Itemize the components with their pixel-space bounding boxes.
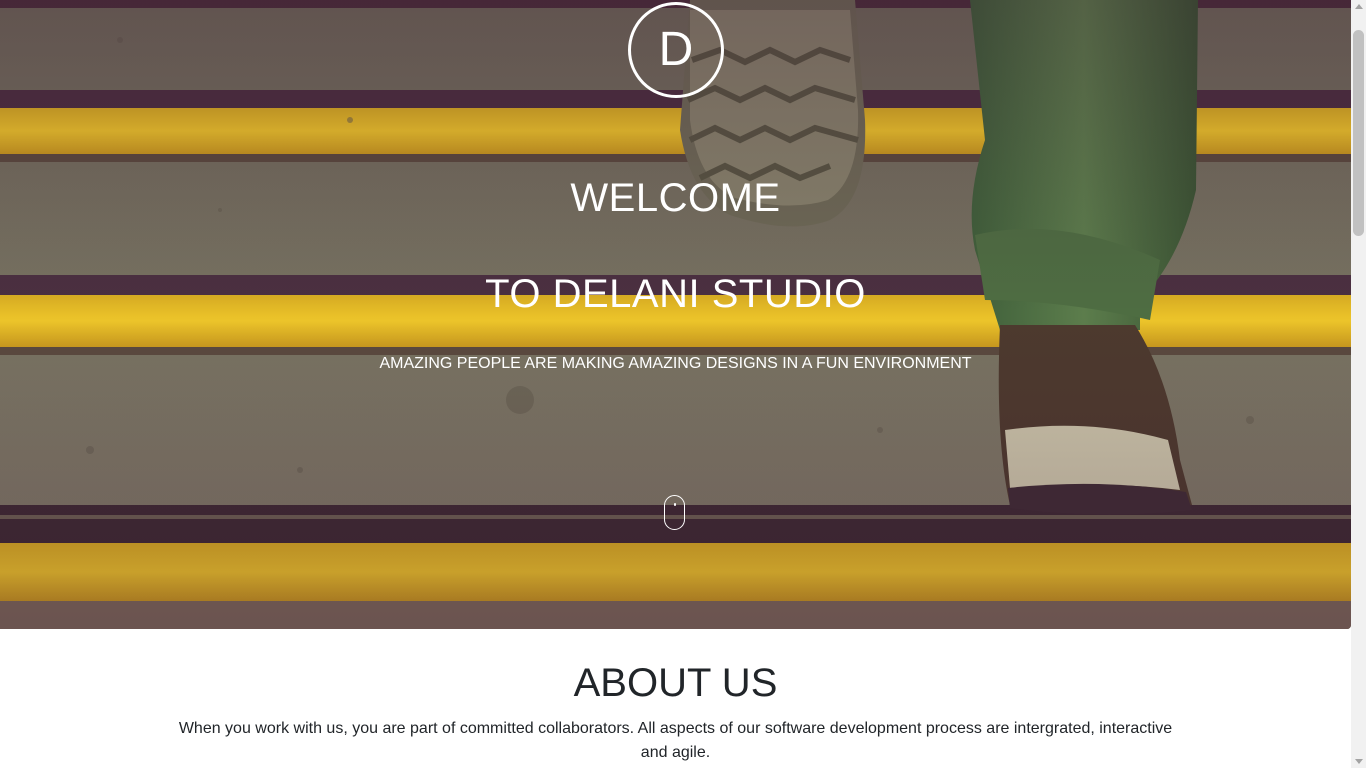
hero-title-studio: TO DELANI STUDIO <box>485 272 866 316</box>
scroll-down-arrow-icon[interactable] <box>1355 759 1363 764</box>
mouse-wheel <box>674 503 676 506</box>
page: D WELCOME TO DELANI STUDIO AMAZING PEOPL… <box>0 0 1366 768</box>
hero-title-welcome: WELCOME <box>570 176 781 220</box>
hero-section: D WELCOME TO DELANI STUDIO AMAZING PEOPL… <box>0 0 1351 629</box>
hero-subtitle: AMAZING PEOPLE ARE MAKING AMAZING DESIGN… <box>379 355 972 372</box>
mouse-scroll-icon[interactable] <box>664 495 685 530</box>
scroll-up-arrow-icon[interactable] <box>1355 4 1363 9</box>
scrollbar-thumb[interactable] <box>1353 30 1364 236</box>
logo-circle[interactable]: D <box>628 2 724 98</box>
about-text: When you work with us, you are part of c… <box>178 720 1173 761</box>
vertical-scrollbar[interactable] <box>1351 0 1366 768</box>
about-title: ABOUT US <box>573 661 778 705</box>
